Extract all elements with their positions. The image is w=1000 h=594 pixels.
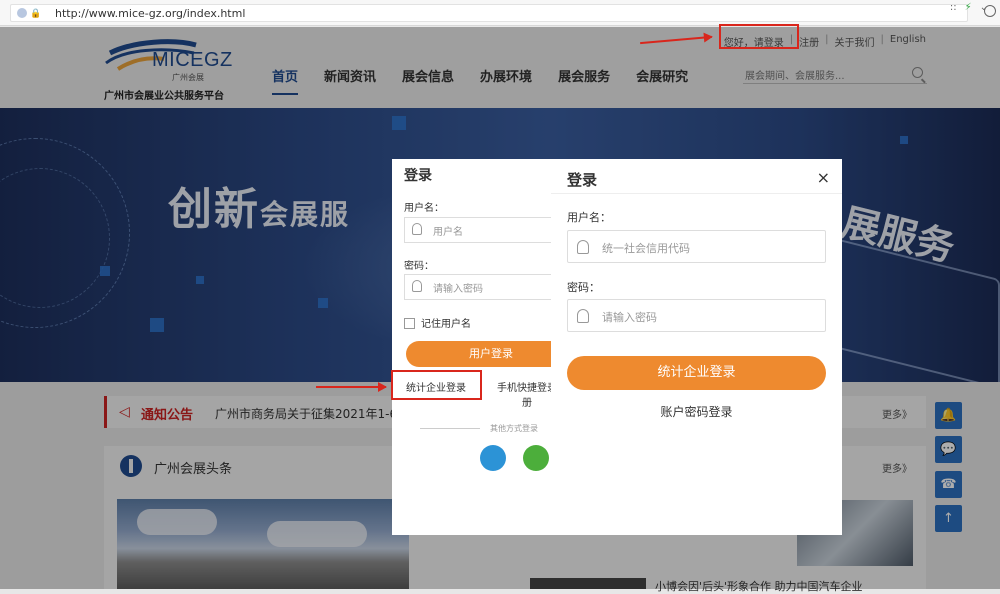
username-label: 用户名：: [567, 211, 611, 224]
credit-code-field[interactable]: 统一社会信用代码: [567, 230, 826, 263]
wechat-icon[interactable]: [523, 445, 549, 471]
remember-username[interactable]: 记住用户名: [404, 315, 471, 330]
bolt-icon[interactable]: ⚡: [965, 2, 972, 13]
user-icon: [412, 223, 422, 235]
tab-phone-login[interactable]: 手机快捷登录册: [492, 379, 552, 409]
dialog-title: 登录: [567, 171, 598, 189]
grid-icon[interactable]: ::: [950, 2, 957, 13]
account-password-login-link[interactable]: 账户密码登录: [551, 403, 842, 420]
divider-line: [420, 428, 480, 429]
remember-label: 记住用户名: [421, 319, 471, 330]
close-icon[interactable]: ×: [817, 168, 830, 187]
lock-icon: [412, 280, 422, 292]
annotation-box-company: [391, 370, 482, 400]
credit-code-placeholder: 统一社会信用代码: [602, 242, 690, 255]
password-placeholder: 请输入密码: [602, 311, 657, 324]
qq-icon[interactable]: [480, 445, 506, 471]
tab-phone-label: 手机快捷登录: [497, 383, 552, 394]
username-label: 用户名：: [404, 203, 444, 214]
other-login-divider: 其他方式登录: [420, 423, 552, 433]
other-login-label: 其他方式登录: [490, 424, 538, 433]
username-field[interactable]: 用户名: [404, 217, 552, 243]
browser-search-icon[interactable]: [984, 5, 996, 17]
login-dialog-back: 登录 用户名： 用户名 密码： 请输入密码 记住用户名 用户登录 统计企业登录 …: [392, 159, 552, 535]
address-bar[interactable]: 🔒 http://www.mice-gz.org/index.html: [10, 4, 968, 22]
checkbox[interactable]: [404, 318, 415, 329]
login-dialog-front: 登录 × 用户名： 统一社会信用代码 密码： 请输入密码 统计企业登录 账户密码…: [551, 159, 842, 535]
browser-tools: :: ⚡ ⌄: [942, 2, 988, 13]
user-login-button[interactable]: 用户登录: [406, 341, 552, 367]
dialog-title: 登录: [404, 168, 432, 184]
annotation-arrow: [316, 382, 387, 392]
password-label: 密码：: [567, 281, 600, 294]
company-login-button[interactable]: 统计企业登录: [567, 356, 826, 390]
password-label: 密码：: [404, 261, 434, 272]
username-placeholder: 用户名: [433, 227, 463, 238]
site-icon: [17, 8, 27, 18]
tab-phone-suffix: 册: [522, 398, 532, 409]
user-icon: [577, 240, 589, 254]
security-icon: 🔒: [30, 9, 42, 19]
dialog-divider: [551, 193, 842, 194]
browser-toolbar: 🔒 http://www.mice-gz.org/index.html :: ⚡ ⌄: [0, 0, 1000, 26]
password-field[interactable]: 请输入密码: [567, 299, 826, 332]
lock-icon: [577, 309, 589, 323]
annotation-box-login: [719, 24, 799, 49]
url-text[interactable]: http://www.mice-gz.org/index.html: [55, 7, 245, 20]
password-field[interactable]: 请输入密码: [404, 274, 552, 300]
password-placeholder: 请输入密码: [433, 284, 483, 295]
